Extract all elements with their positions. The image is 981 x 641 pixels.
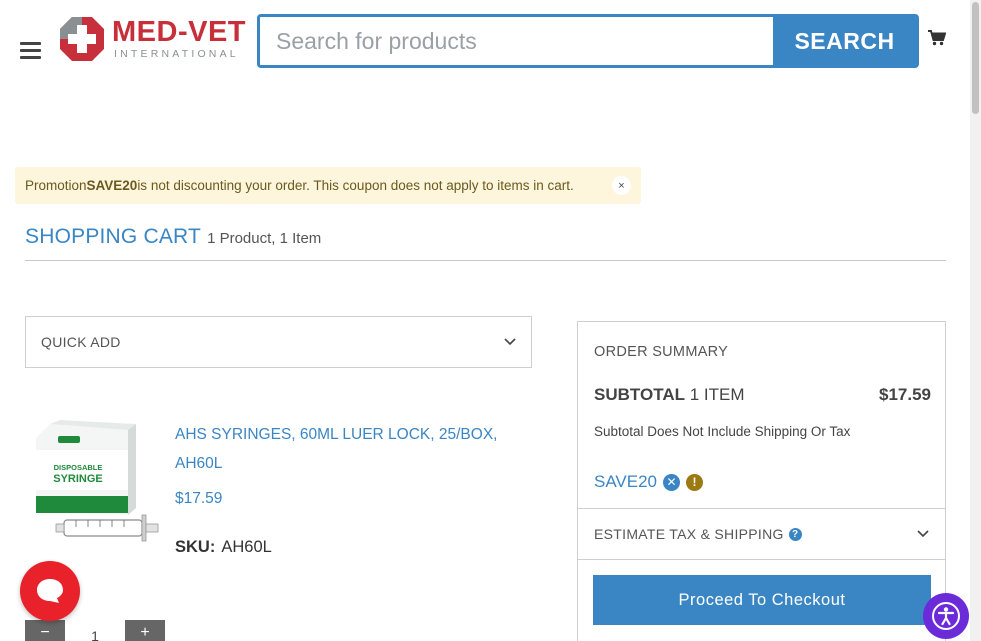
search-input[interactable] (260, 17, 773, 65)
coupon-code: SAVE20 (594, 472, 658, 491)
promo-code: SAVE20 (86, 178, 138, 193)
scrollbar-thumb[interactable] (972, 2, 979, 114)
search-bar: SEARCH (257, 14, 919, 68)
subtotal-note: Subtotal Does Not Include Shipping Or Ta… (594, 424, 851, 439)
cart-title: SHOPPING CART (25, 225, 202, 248)
order-summary-title: ORDER SUMMARY (594, 344, 729, 360)
box-text-disposable: DISPOSABLE (54, 463, 103, 472)
promo-prefix: Promotion (25, 178, 87, 193)
quick-add-toggle[interactable]: QUICK ADD (25, 316, 532, 368)
chat-bubble-icon (37, 579, 63, 603)
cart-count: 1 Product, 1 Item (207, 230, 322, 247)
warning-icon: ! (686, 473, 704, 491)
subtotal-amount: $17.59 (879, 385, 931, 404)
subtotal-label: SUBTOTAL (594, 385, 685, 404)
help-icon[interactable]: ? (788, 527, 802, 541)
applied-coupon: SAVE20 ✕ ! (594, 472, 704, 492)
menu-icon[interactable] (20, 42, 41, 59)
quantity-increase-button[interactable]: + (125, 620, 165, 641)
promo-message: is not discounting your order. This coup… (137, 178, 574, 193)
page-title: SHOPPING CART 1 Product, 1 Item (25, 225, 321, 249)
scrollbar[interactable] (970, 0, 981, 641)
chevron-down-icon (504, 338, 516, 346)
logo-name: MED-VET (112, 16, 246, 49)
logo[interactable]: MED-VET INTERNATIONAL (58, 13, 248, 65)
chevron-down-icon (917, 530, 929, 538)
search-button[interactable]: SEARCH (773, 17, 916, 65)
chat-button[interactable] (20, 561, 80, 621)
product-image[interactable]: DISPOSABLE SYRINGE (28, 420, 160, 548)
promo-alert: Promotion SAVE20 is not discounting your… (15, 167, 641, 204)
estimate-label: ESTIMATE TAX & SHIPPING (594, 526, 784, 542)
subtotal-items: 1 ITEM (689, 385, 745, 404)
sku-value: AH60L (221, 538, 272, 556)
close-icon[interactable]: × (612, 176, 631, 195)
quantity-value[interactable]: 1 (65, 628, 125, 641)
accessibility-icon (932, 602, 960, 630)
product-name-link[interactable]: AHS SYRINGES, 60ML LUER LOCK, 25/BOX, AH… (175, 420, 505, 478)
accessibility-button[interactable] (923, 593, 969, 639)
logo-subtitle: INTERNATIONAL (114, 48, 239, 61)
box-text-syringe: SYRINGE (53, 473, 103, 485)
logo-cross-icon (60, 17, 104, 61)
product-price: $17.59 (175, 490, 223, 507)
estimate-tax-shipping-toggle[interactable]: ESTIMATE TAX & SHIPPING ? (578, 508, 945, 560)
divider (25, 260, 946, 261)
quick-add-label: QUICK ADD (41, 334, 121, 350)
subtotal-row: SUBTOTAL 1 ITEM $17.59 (594, 385, 931, 405)
checkout-button[interactable]: Proceed To Checkout (593, 575, 931, 625)
product-sku: SKU: AH60L (175, 538, 272, 557)
remove-coupon-icon[interactable]: ✕ (663, 473, 681, 491)
cart-icon[interactable] (928, 30, 946, 46)
order-summary: ORDER SUMMARY SUBTOTAL 1 ITEM $17.59 Sub… (577, 321, 946, 641)
sku-label: SKU: (175, 538, 216, 556)
quantity-decrease-button[interactable]: − (25, 620, 65, 641)
